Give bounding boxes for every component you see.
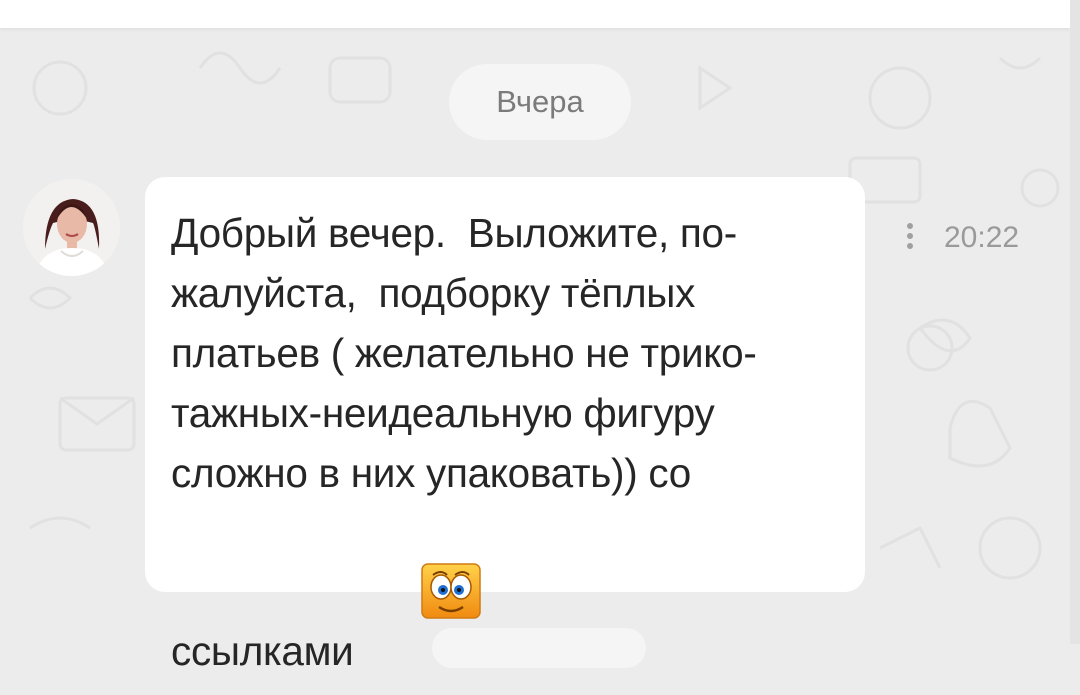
date-separator-label: Вчера: [496, 84, 584, 119]
message-timestamp: 20:22: [944, 221, 1020, 254]
message-line: сложно в них упаковать)) со: [171, 450, 692, 496]
message-line: ссылками: [171, 628, 354, 674]
wide-eyes-emoji-icon: [355, 503, 481, 619]
next-date-separator: [432, 628, 646, 668]
avatar-photo: [23, 179, 120, 276]
header-bar: [0, 0, 1070, 28]
message-line: тажных-неидеальную фигуру: [171, 390, 715, 436]
scrollbar-track[interactable]: [1070, 0, 1080, 644]
message-bubble[interactable]: Добрый вечер. Выложите, по- жалуйста, по…: [145, 177, 865, 674]
sender-avatar[interactable]: [23, 179, 120, 276]
message-line: платьев ( желательно не трико-: [171, 330, 757, 376]
message-line: жалуйста, подборку тёплых: [171, 270, 696, 316]
message-line: Добрый вечер. Выложите, по-: [171, 210, 737, 256]
date-separator: Вчера: [449, 64, 631, 140]
more-options-icon[interactable]: [900, 216, 920, 256]
